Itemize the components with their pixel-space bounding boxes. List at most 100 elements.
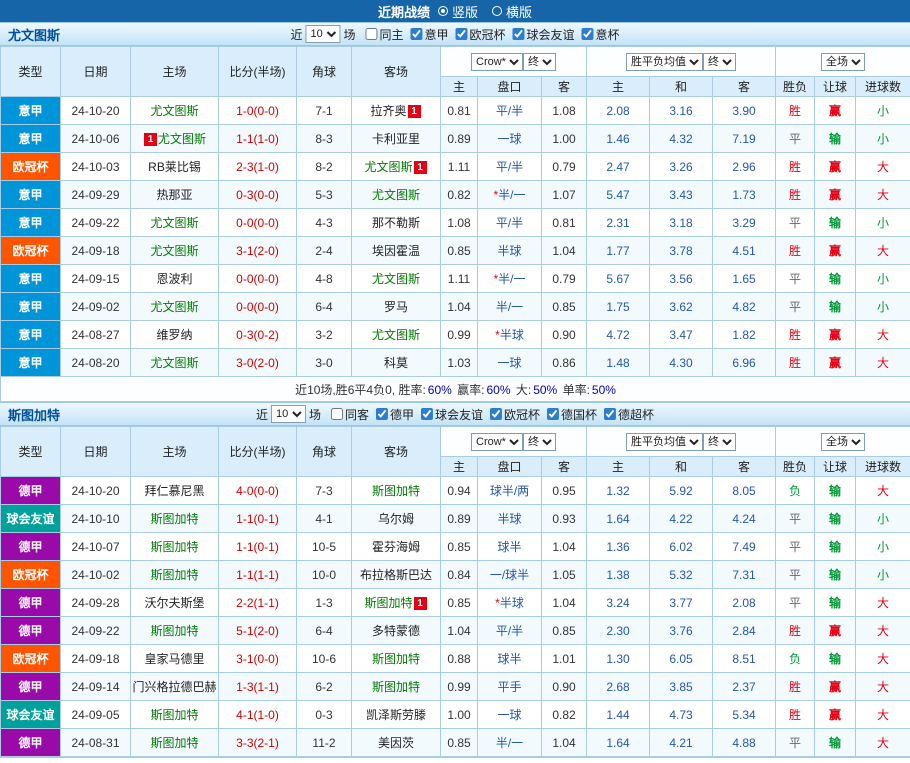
cell-avg-home: 1.64 bbox=[587, 729, 650, 757]
cell-avg-away: 2.37 bbox=[713, 673, 776, 701]
team-link[interactable]: 斯图加特 bbox=[352, 477, 441, 505]
odds-source-select[interactable]: Crow* bbox=[471, 433, 523, 451]
filter-option[interactable]: 欧冠杯 bbox=[490, 406, 540, 423]
team-link[interactable]: 尤文图斯 bbox=[131, 293, 219, 321]
odds-stage-select[interactable]: 终 bbox=[523, 53, 556, 71]
layout-mode-option[interactable]: 竖版 bbox=[438, 2, 478, 21]
team-link[interactable]: 尤文图斯1 bbox=[352, 153, 441, 181]
cell-handicap: 一球 bbox=[478, 349, 542, 377]
filter-checkbox[interactable] bbox=[421, 408, 433, 420]
team-link[interactable]: 热那亚 bbox=[131, 181, 219, 209]
recent-prefix: 近 bbox=[290, 26, 302, 43]
filter-option[interactable]: 同客 bbox=[331, 406, 369, 423]
cell-score: 3-3(2-1) bbox=[219, 729, 297, 757]
filter-checkbox[interactable] bbox=[604, 408, 616, 420]
team-link[interactable]: 皇家马德里 bbox=[131, 645, 219, 673]
team-link[interactable]: 罗马 bbox=[352, 293, 441, 321]
scope-select[interactable]: 全场 bbox=[821, 433, 865, 451]
team-link[interactable]: 维罗纳 bbox=[131, 321, 219, 349]
team-link[interactable]: 尤文图斯 bbox=[352, 181, 441, 209]
team-link[interactable]: 乌尔姆 bbox=[352, 505, 441, 533]
filter-checkbox[interactable] bbox=[547, 408, 559, 420]
filter-option[interactable]: 球会友谊 bbox=[513, 26, 575, 43]
team-link[interactable]: 那不勒斯 bbox=[352, 209, 441, 237]
team-name: 皇家马德里 bbox=[144, 652, 204, 666]
filter-option[interactable]: 同主 bbox=[365, 26, 403, 43]
cell-date: 24-10-06 bbox=[61, 125, 131, 153]
team-link[interactable]: RB莱比锡 bbox=[131, 153, 219, 181]
cell-result: 胜 bbox=[776, 97, 815, 125]
team-link[interactable]: 尤文图斯 bbox=[131, 209, 219, 237]
team-link[interactable]: 凯泽斯劳滕 bbox=[352, 701, 441, 729]
filter-option[interactable]: 德甲 bbox=[376, 406, 414, 423]
avg-type-select[interactable]: 胜平负均值 bbox=[626, 53, 703, 71]
odds-stage-select[interactable]: 终 bbox=[523, 433, 556, 451]
team-link[interactable]: 埃因霍温 bbox=[352, 237, 441, 265]
filter-option[interactable]: 意杯 bbox=[582, 26, 620, 43]
avg-stage-select[interactable]: 终 bbox=[703, 433, 736, 451]
filter-option[interactable]: 德国杯 bbox=[547, 406, 597, 423]
filter-checkbox[interactable] bbox=[582, 28, 594, 40]
filter-checkbox[interactable] bbox=[456, 28, 468, 40]
avg-type-select[interactable]: 胜平负均值 bbox=[626, 433, 703, 451]
team-link[interactable]: 卡利亚里 bbox=[352, 125, 441, 153]
team-link[interactable]: 尤文图斯 bbox=[352, 321, 441, 349]
filter-option[interactable]: 欧冠杯 bbox=[456, 26, 506, 43]
team-link[interactable]: 尤文图斯 bbox=[131, 349, 219, 377]
recent-count-select[interactable]: 10 bbox=[305, 25, 340, 43]
sub-column-header: 胜负 bbox=[776, 457, 815, 477]
cell-corners: 6-4 bbox=[297, 293, 352, 321]
filter-option[interactable]: 球会友谊 bbox=[421, 406, 483, 423]
cell-date: 24-09-14 bbox=[61, 673, 131, 701]
summary-label: 近10场,胜6平4负0, 胜率: bbox=[294, 383, 427, 397]
team-link[interactable]: 拉齐奥1 bbox=[352, 97, 441, 125]
filter-checkbox[interactable] bbox=[490, 408, 502, 420]
cell-corners: 7-3 bbox=[297, 477, 352, 505]
team-link[interactable]: 恩波利 bbox=[131, 265, 219, 293]
team-link[interactable]: 拜仁慕尼黑 bbox=[131, 477, 219, 505]
team-link[interactable]: 1尤文图斯 bbox=[131, 125, 219, 153]
team-link[interactable]: 尤文图斯 bbox=[131, 237, 219, 265]
team-link[interactable]: 斯图加特 bbox=[131, 729, 219, 757]
team-link[interactable]: 布拉格斯巴达 bbox=[352, 561, 441, 589]
team-link[interactable]: 尤文图斯 bbox=[352, 265, 441, 293]
section-team-title[interactable]: 斯图加特 bbox=[0, 405, 60, 424]
team-link[interactable]: 尤文图斯 bbox=[131, 97, 219, 125]
page-title: 近期战绩 bbox=[378, 2, 430, 21]
filter-option[interactable]: 意甲 bbox=[410, 26, 448, 43]
filter-checkbox[interactable] bbox=[410, 28, 422, 40]
cell-score: 3-0(2-0) bbox=[219, 349, 297, 377]
filter-checkbox[interactable] bbox=[513, 28, 525, 40]
section-team-title[interactable]: 尤文图斯 bbox=[0, 25, 60, 44]
avg-stage-select[interactable]: 终 bbox=[703, 53, 736, 71]
team-link[interactable]: 沃尔夫斯堡 bbox=[131, 589, 219, 617]
team-link[interactable]: 科莫 bbox=[352, 349, 441, 377]
team-link[interactable]: 斯图加特1 bbox=[352, 589, 441, 617]
odds-source-select[interactable]: Crow* bbox=[471, 53, 523, 71]
cell-handicap-result: 赢 bbox=[815, 349, 856, 377]
team-name: 科莫 bbox=[384, 356, 408, 370]
filter-label: 德国杯 bbox=[561, 406, 597, 423]
team-link[interactable]: 霍芬海姆 bbox=[352, 533, 441, 561]
team-link[interactable]: 门兴格拉德巴赫 bbox=[131, 673, 219, 701]
team-link[interactable]: 斯图加特 bbox=[131, 533, 219, 561]
recent-count-select[interactable]: 10 bbox=[271, 405, 306, 423]
team-link[interactable]: 斯图加特 bbox=[131, 561, 219, 589]
cell-avg-away: 6.96 bbox=[713, 349, 776, 377]
filter-checkbox[interactable] bbox=[331, 408, 343, 420]
cell-score: 1-3(1-1) bbox=[219, 673, 297, 701]
team-link[interactable]: 多特蒙德 bbox=[352, 617, 441, 645]
filter-option[interactable]: 德超杯 bbox=[604, 406, 654, 423]
team-link[interactable]: 斯图加特 bbox=[352, 673, 441, 701]
team-link[interactable]: 斯图加特 bbox=[131, 701, 219, 729]
team-link[interactable]: 斯图加特 bbox=[131, 617, 219, 645]
filter-checkbox[interactable] bbox=[376, 408, 388, 420]
scope-select[interactable]: 全场 bbox=[821, 53, 865, 71]
cell-avg-away: 2.84 bbox=[713, 617, 776, 645]
cell-competition: 欧冠杯 bbox=[1, 561, 61, 589]
team-link[interactable]: 斯图加特 bbox=[131, 505, 219, 533]
team-link[interactable]: 斯图加特 bbox=[352, 645, 441, 673]
filter-checkbox[interactable] bbox=[365, 28, 377, 40]
layout-mode-option[interactable]: 横版 bbox=[492, 2, 532, 21]
team-link[interactable]: 美因茨 bbox=[352, 729, 441, 757]
